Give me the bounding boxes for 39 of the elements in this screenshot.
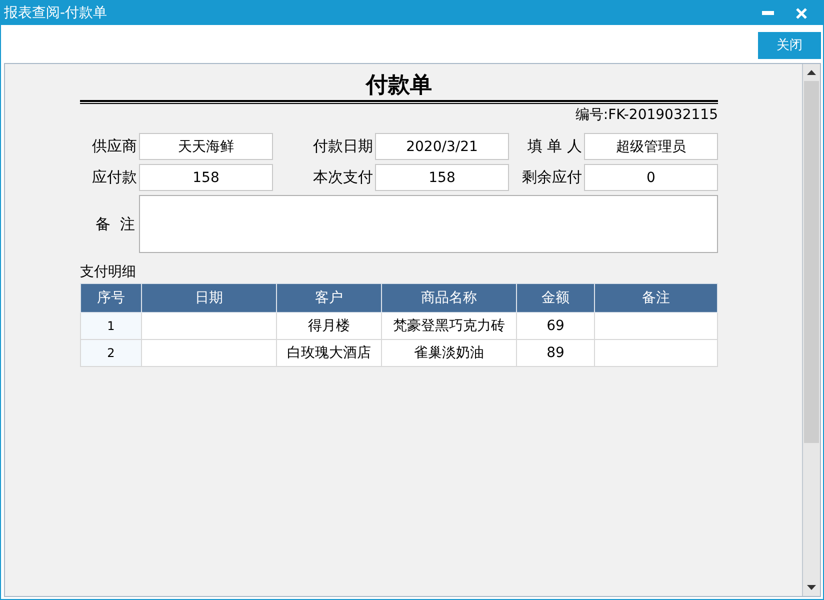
- table-cell: 89: [516, 340, 594, 366]
- input-field[interactable]: 0: [584, 164, 718, 191]
- input-field[interactable]: 超级管理员: [584, 133, 718, 160]
- table-cell: 1: [80, 312, 142, 340]
- field-label: 剩余应付: [521, 167, 583, 188]
- table-cell: 雀巢淡奶油: [382, 340, 516, 366]
- scroll-up-icon[interactable]: [807, 70, 816, 75]
- field-label: 应付款: [91, 167, 138, 188]
- table-cell: 白玫瑰大酒店: [276, 340, 382, 366]
- input-field[interactable]: 2020/3/21: [375, 133, 509, 160]
- document-title: 付款单: [364, 71, 433, 100]
- table-cell: 2: [80, 340, 142, 366]
- column-header[interactable]: 客户: [276, 284, 382, 312]
- column-header[interactable]: 日期: [142, 284, 276, 312]
- window-title: 报表查阅-付款单: [4, 4, 108, 22]
- close-icon[interactable]: [796, 8, 807, 18]
- scroll-down-icon[interactable]: [807, 585, 816, 590]
- table-cell: 69: [516, 312, 594, 340]
- field-label: 本次支付: [312, 167, 374, 188]
- column-header[interactable]: 金额: [516, 284, 594, 312]
- minimize-icon[interactable]: [762, 10, 774, 16]
- scroll-thumb[interactable]: [804, 81, 819, 443]
- document-number: 编号:FK-2019032115: [575, 106, 718, 124]
- input-field[interactable]: 天天海鲜: [139, 133, 273, 160]
- field-label: 填 单 人: [526, 136, 583, 157]
- section-heading: 支付明细: [80, 263, 137, 282]
- close-button[interactable]: 关闭: [758, 32, 821, 58]
- table-cell: 得月楼: [276, 312, 382, 340]
- note-field[interactable]: [139, 195, 718, 253]
- column-header[interactable]: 备注: [594, 284, 718, 312]
- field-label: 付款日期: [312, 136, 374, 157]
- input-field[interactable]: 158: [375, 164, 509, 191]
- field-label: 备 注: [94, 214, 136, 234]
- input-field[interactable]: 158: [139, 164, 273, 191]
- field-label: 供应商: [91, 136, 138, 157]
- scrollbar[interactable]: [802, 64, 820, 596]
- column-header[interactable]: 序号: [80, 284, 142, 312]
- table-cell: 梵豪登黑巧克力砖: [382, 312, 516, 340]
- column-header[interactable]: 商品名称: [382, 284, 516, 312]
